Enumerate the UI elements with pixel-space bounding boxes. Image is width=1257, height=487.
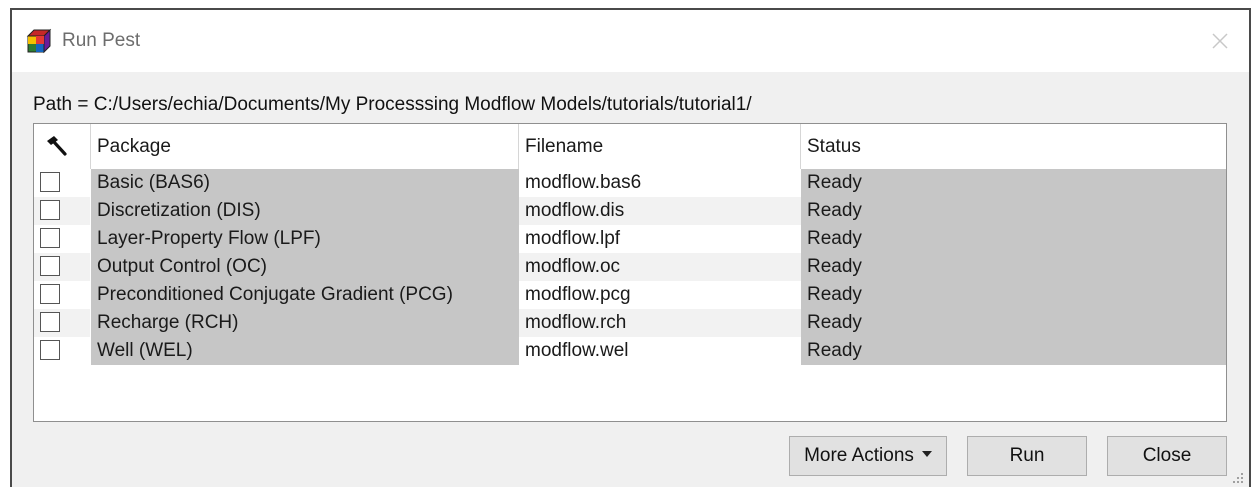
path-label: Path = C:/Users/echia/Documents/My Proce… (33, 94, 752, 115)
row-checkbox[interactable] (40, 312, 60, 332)
header-package-label: Package (97, 136, 171, 157)
package-text: Layer-Property Flow (LPF) (97, 228, 321, 249)
header-filename-label: Filename (525, 136, 604, 157)
filename-cell[interactable]: modflow.lpf (519, 225, 801, 253)
package-text: Discretization (DIS) (97, 200, 261, 221)
status-cell: Ready (801, 225, 1226, 253)
package-text: Basic (BAS6) (97, 172, 210, 193)
select-cell (34, 281, 90, 309)
row-checkbox[interactable] (40, 172, 60, 192)
table-row[interactable]: Basic (BAS6) modflow.bas6 Ready (34, 169, 1226, 197)
close-label: Close (1142, 445, 1192, 466)
more-actions-label: More Actions (804, 445, 914, 466)
package-cell: Output Control (OC) (91, 253, 519, 281)
run-button[interactable]: Run (967, 436, 1087, 476)
package-cell: Recharge (RCH) (91, 309, 519, 337)
status-text: Ready (807, 284, 862, 305)
header-cell-package[interactable]: Package (91, 124, 518, 169)
header-cell-filename[interactable]: Filename (519, 124, 800, 169)
close-button[interactable]: Close (1107, 436, 1227, 476)
select-cell (34, 169, 90, 197)
table-row[interactable]: Discretization (DIS) modflow.dis Ready (34, 197, 1226, 225)
select-cell (34, 253, 90, 281)
header-status-label: Status (807, 136, 861, 157)
filename-cell[interactable]: modflow.wel (519, 337, 801, 365)
select-cell (34, 309, 90, 337)
select-cell (34, 197, 90, 225)
status-text: Ready (807, 172, 862, 193)
header-cell-status[interactable]: Status (801, 124, 1226, 169)
select-cell (34, 225, 90, 253)
header-cell-select[interactable] (34, 124, 90, 169)
table-row[interactable]: Layer-Property Flow (LPF) modflow.lpf Read… (34, 225, 1226, 253)
row-checkbox[interactable] (40, 200, 60, 220)
window-title: Run Pest (62, 30, 141, 51)
status-cell: Ready (801, 169, 1226, 197)
status-text: Ready (807, 340, 862, 361)
filename-cell[interactable]: modflow.oc (519, 253, 801, 281)
close-icon[interactable] (1205, 26, 1235, 56)
filename-cell[interactable]: modflow.dis (519, 197, 801, 225)
status-cell: Ready (801, 253, 1226, 281)
package-text: Recharge (RCH) (97, 312, 239, 333)
filename-cell[interactable]: modflow.pcg (519, 281, 801, 309)
filename-text: modflow.oc (525, 256, 621, 277)
filename-text: modflow.wel (525, 340, 629, 361)
table-row[interactable]: Output Control (OC) modflow.oc Ready (34, 253, 1226, 281)
filename-text: modflow.bas6 (525, 172, 642, 193)
package-cell: Layer-Property Flow (LPF) (91, 225, 519, 253)
status-cell: Ready (801, 197, 1226, 225)
row-checkbox[interactable] (40, 284, 60, 304)
package-cell: Preconditioned Conjugate Gradient (PCG) (91, 281, 519, 309)
select-cell (34, 337, 90, 365)
row-checkbox[interactable] (40, 256, 60, 276)
package-table: Package Filename Status Basic (BAS6) modf… (33, 123, 1227, 422)
filename-cell[interactable]: modflow.bas6 (519, 169, 801, 197)
filename-text: modflow.lpf (525, 228, 621, 249)
table-row[interactable]: Recharge (RCH) modflow.rch Ready (34, 309, 1226, 337)
table-row[interactable]: Preconditioned Conjugate Gradient (PCG) m… (34, 281, 1226, 309)
package-cell: Discretization (DIS) (91, 197, 519, 225)
title-bar[interactable]: Run Pest (12, 10, 1249, 72)
status-text: Ready (807, 200, 862, 221)
package-text: Output Control (OC) (97, 256, 267, 277)
run-pest-dialog: Run Pest Path = C:/Users/echia/Documents… (10, 8, 1251, 487)
filename-text: modflow.rch (525, 312, 627, 333)
table-row[interactable]: Well (WEL) modflow.wel Ready (34, 337, 1226, 365)
filename-text: modflow.dis (525, 200, 625, 221)
row-checkbox[interactable] (40, 340, 60, 360)
filename-cell[interactable]: modflow.rch (519, 309, 801, 337)
status-cell: Ready (801, 309, 1226, 337)
filename-text: modflow.pcg (525, 284, 631, 305)
status-cell: Ready (801, 281, 1226, 309)
run-label: Run (1009, 445, 1045, 466)
status-text: Ready (807, 228, 862, 249)
row-checkbox[interactable] (40, 228, 60, 248)
package-cell: Basic (BAS6) (91, 169, 519, 197)
colorful-cube-icon (26, 28, 52, 54)
status-text: Ready (807, 312, 862, 333)
package-cell: Well (WEL) (91, 337, 519, 365)
status-cell: Ready (801, 337, 1226, 365)
hammer-icon (47, 136, 67, 156)
package-text: Preconditioned Conjugate Gradient (PCG) (97, 284, 453, 305)
package-text: Well (WEL) (97, 340, 193, 361)
resize-grip-icon[interactable] (1231, 471, 1245, 485)
more-actions-button[interactable]: More Actions (789, 436, 947, 476)
caret-down-icon (921, 451, 932, 458)
status-text: Ready (807, 256, 862, 277)
